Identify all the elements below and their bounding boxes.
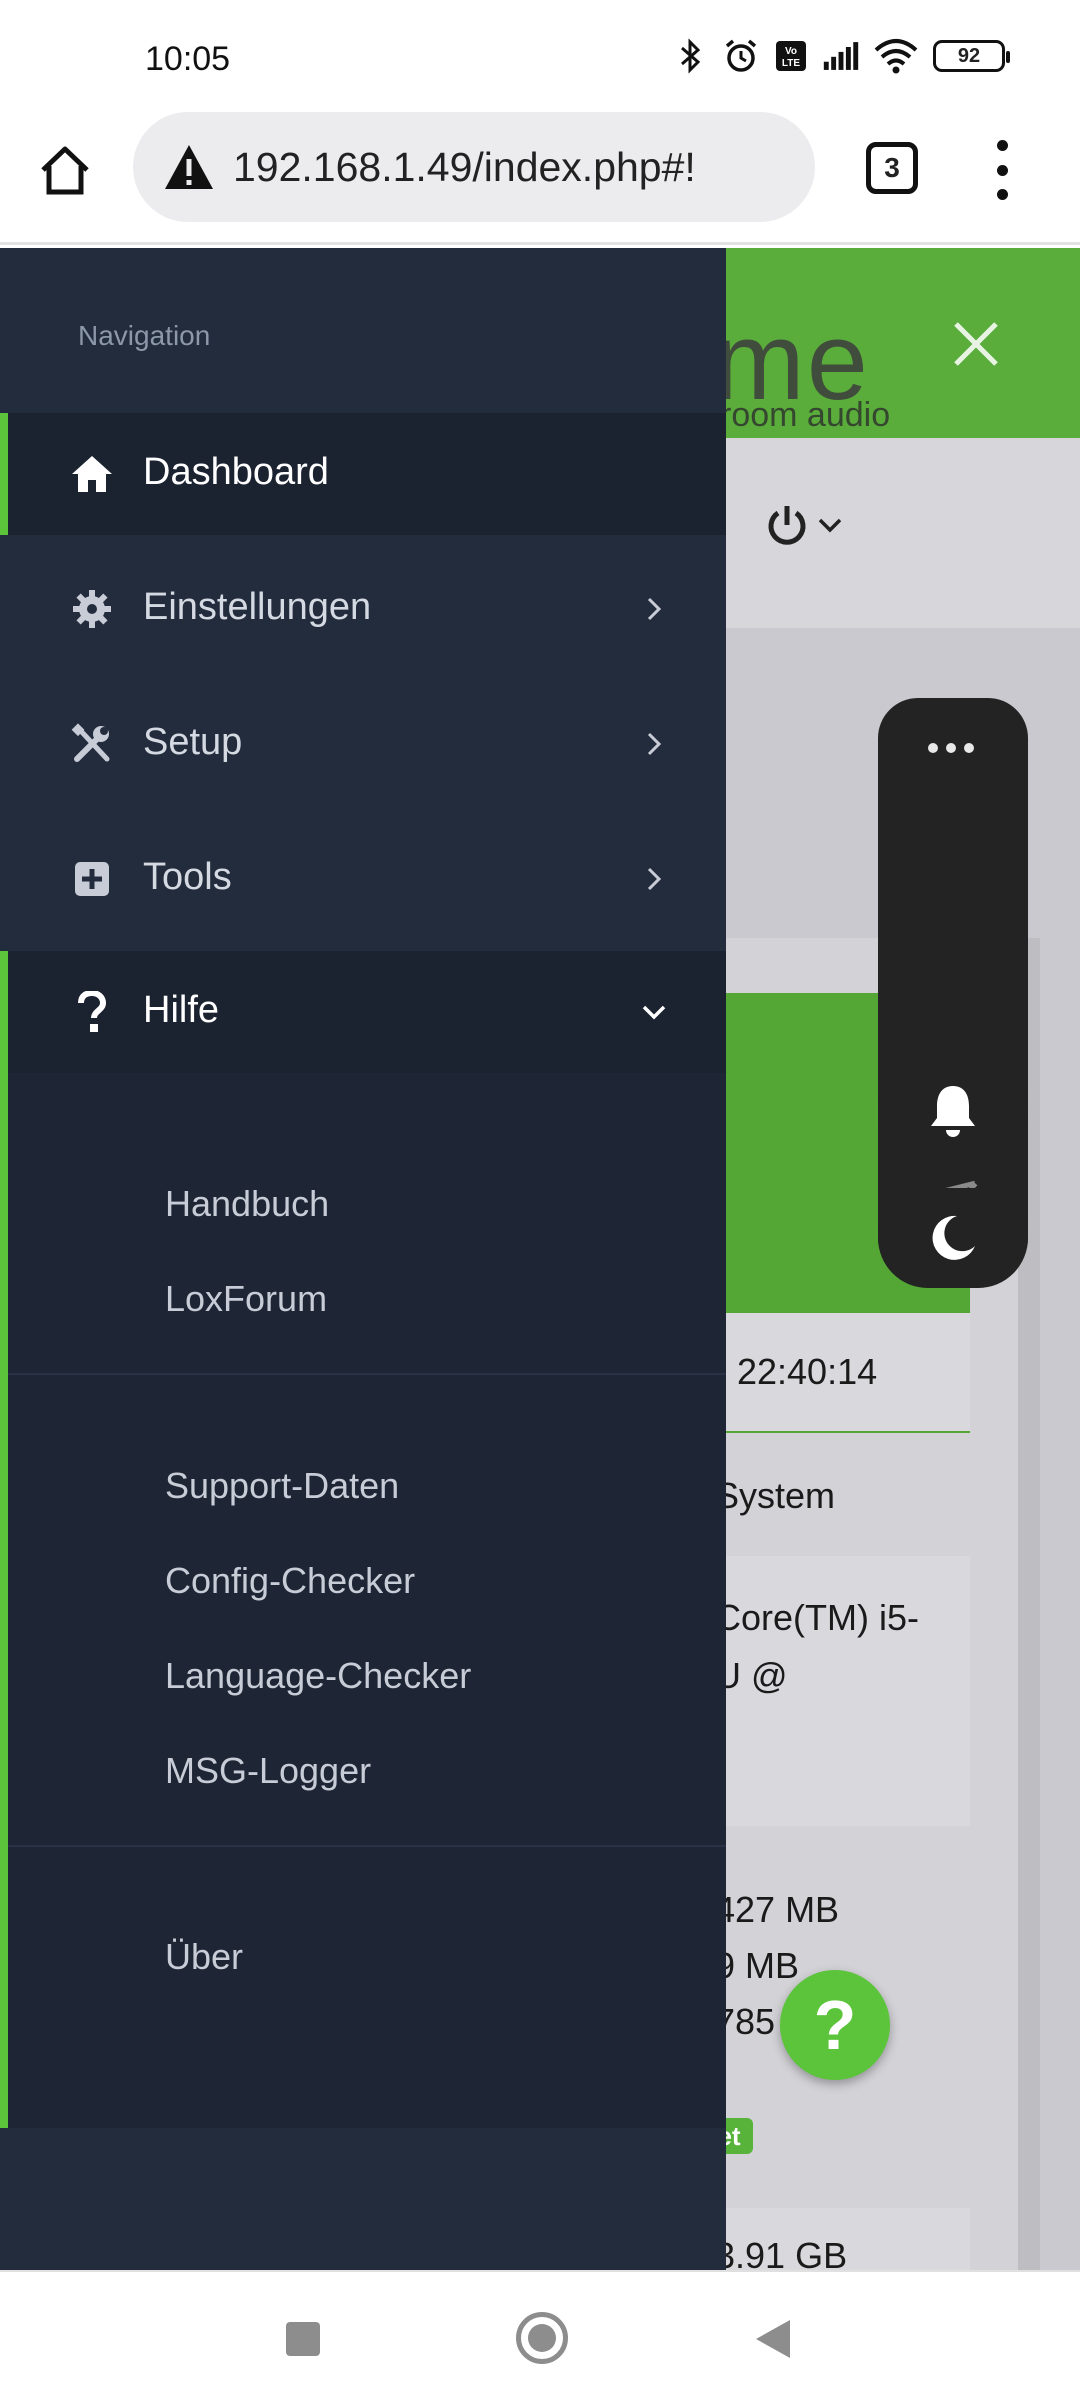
divider (8, 1845, 726, 1847)
submenu-item-support-daten[interactable]: Support-Daten (165, 1465, 399, 1507)
status-icons: Vo LTE 92 (673, 38, 1010, 74)
url-text: 192.168.1.49/index.php#! (233, 143, 696, 190)
chevron-right-icon (647, 732, 662, 756)
sidebar-item-label: Einstellungen (143, 586, 372, 628)
tools-icon (70, 723, 114, 764)
sidebar-item-dashboard[interactable]: Dashboard (0, 413, 726, 535)
notifications-button[interactable] (878, 1060, 1028, 1160)
bluetooth-icon (673, 38, 709, 74)
home-button[interactable] (516, 2312, 568, 2364)
navigation-drawer: Navigation Dashboard Einstellungen Setup… (0, 248, 726, 2270)
status-bar: 10:05 Vo LTE 92 (0, 0, 1080, 110)
browser-toolbar: 192.168.1.49/index.php#! 3 (0, 110, 1080, 245)
list-item: - 22:40:14 (715, 1351, 878, 1392)
dark-mode-button[interactable] (878, 1188, 1028, 1288)
drawer-header: Navigation (78, 320, 211, 351)
warning-icon (165, 145, 213, 189)
help-button[interactable]: ? (780, 1970, 890, 2080)
sidebar-item-tools[interactable]: Tools (0, 818, 726, 940)
more-options-icon[interactable] (984, 140, 1020, 200)
chevron-right-icon (647, 867, 662, 891)
status-time: 10:05 (145, 40, 231, 78)
back-button[interactable] (756, 2320, 790, 2358)
tab-switcher-button[interactable]: 3 (866, 142, 918, 194)
power-menu[interactable] (765, 503, 843, 547)
chevron-down-icon (818, 518, 842, 533)
divider (8, 1373, 726, 1375)
close-icon[interactable] (948, 316, 1004, 372)
bell-icon (931, 1086, 975, 1137)
address-bar[interactable]: 192.168.1.49/index.php#! (133, 112, 815, 222)
gear-icon (70, 589, 114, 629)
moon-icon (932, 1215, 975, 1260)
active-indicator (0, 951, 8, 1073)
list-item: 9 MB (715, 1945, 800, 1986)
more-icon[interactable] (928, 743, 974, 753)
help-submenu: Handbuch LoxForum Support-Daten Config-C… (0, 1073, 726, 2128)
sidebar-item-hilfe[interactable]: Hilfe (0, 951, 726, 1073)
chevron-right-icon (647, 597, 662, 621)
chevron-down-icon (642, 1005, 666, 1020)
active-indicator (0, 1073, 8, 2128)
submenu-item-loxforum[interactable]: LoxForum (165, 1278, 327, 1320)
sidebar-item-label: Dashboard (143, 451, 329, 493)
list-item: System (715, 1475, 836, 1516)
home-icon (70, 454, 114, 494)
wifi-icon (873, 38, 919, 74)
question-icon (70, 991, 114, 1032)
active-indicator (0, 413, 8, 535)
signal-icon (823, 38, 859, 74)
plus-square-icon (70, 859, 114, 899)
svg-text:LTE: LTE (782, 58, 800, 69)
recent-apps-button[interactable] (286, 2322, 320, 2356)
logo-subtitle: room audio (720, 396, 891, 434)
list-item: 3.91 GB (715, 2235, 848, 2270)
submenu-item-config-checker[interactable]: Config-Checker (165, 1560, 415, 1602)
list-item: Core(TM) i5- (715, 1597, 919, 1638)
submenu-item-handbuch[interactable]: Handbuch (165, 1183, 329, 1225)
submenu-item-language-checker[interactable]: Language-Checker (165, 1655, 471, 1697)
sidebar-item-label: Setup (143, 721, 243, 763)
alarm-icon (723, 38, 759, 74)
volte-icon: Vo LTE (773, 38, 809, 74)
power-icon (768, 506, 806, 545)
sidebar-item-label: Tools (143, 856, 232, 898)
submenu-item-msg-logger[interactable]: MSG-Logger (165, 1750, 371, 1792)
battery-icon: 92 (933, 40, 1010, 72)
system-navigation-bar (0, 2270, 1080, 2400)
sidebar-item-label: Hilfe (143, 989, 220, 1031)
sidebar-item-einstellungen[interactable]: Einstellungen (0, 548, 726, 670)
submenu-item-ueber[interactable]: Über (165, 1936, 243, 1978)
list-item: 427 MB (715, 1889, 840, 1930)
svg-text:Vo: Vo (785, 46, 797, 57)
home-icon[interactable] (30, 135, 100, 205)
sidebar-item-setup[interactable]: Setup (0, 683, 726, 805)
